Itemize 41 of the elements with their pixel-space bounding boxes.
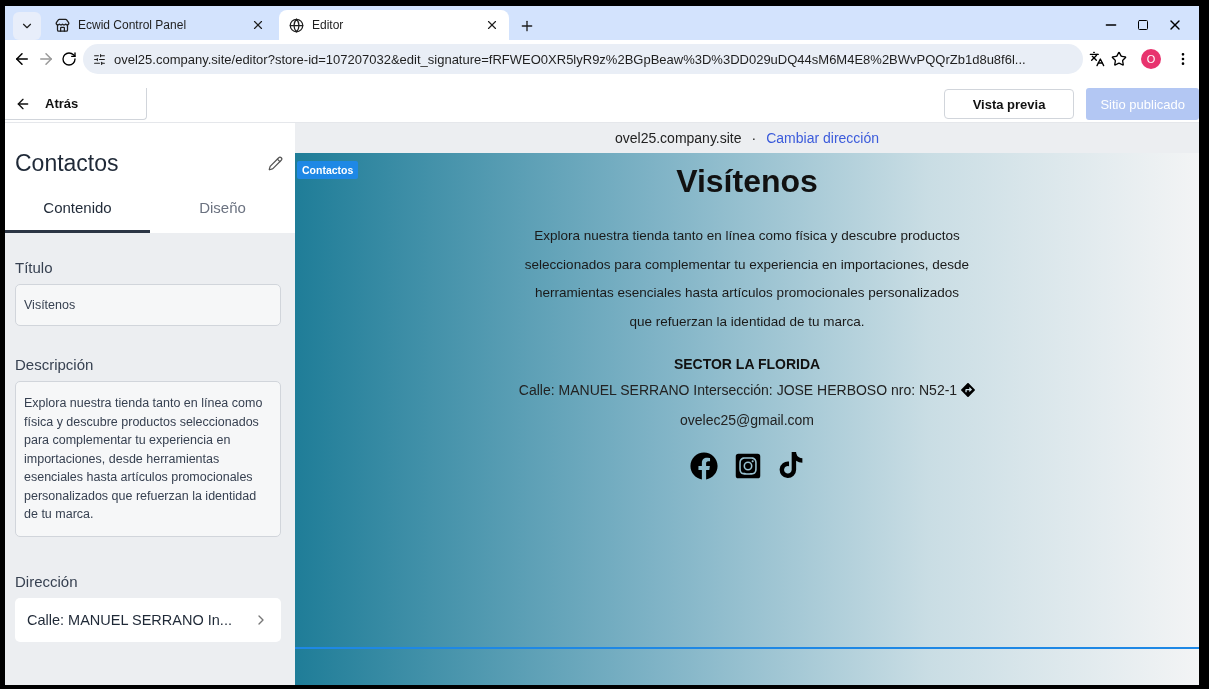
section-description: Explora nuestra tienda tanto en línea como física y descubre productos seleccionados para complementar tu experiencia en importaciones, desde herramientas esenciales hasta artículos promocionales personalizados que refuerzan la identidad de tu marca. [524,227,970,331]
field-label: Descripción [15,356,95,373]
browser-tab[interactable]: Ecwid Control Panel [45,10,275,40]
facebook-icon[interactable] [690,452,718,480]
back-button[interactable]: Atrás [5,88,147,120]
site-domain: ovel25.company.site [614,130,742,146]
pencil-icon[interactable] [268,155,283,171]
title-field[interactable]: Visítenos [15,284,281,326]
street-address: Calle: MANUEL SERRANO Intersección: JOSE HERBOSO nro: N52-1 [518,382,958,398]
translate-icon[interactable] [1089,51,1105,67]
change-address-link[interactable]: Cambiar dirección [766,130,880,146]
section-badge: Contactos [297,161,359,179]
address-bar[interactable]: ovel25.company.site/editor?store-id=107207032&edit_signature=fRFWEO0XR5lyR9z%2BGpBeaw%3D%3DD029uDQ44sM6M4E8%2BWvPQQrZb1d8u8f6l... [83,44,1083,74]
description-field[interactable]: Explora nuestra tienda tanto en línea como física y descubre productos seleccionados para complementar tu experiencia en importaciones, desde herramientas esenciales hasta artículos promocionales personalizados que refuerzan la identidad de tu marca. [15,381,281,537]
section-heading: Visítenos [676,163,818,200]
separator-dot: · [751,130,757,146]
forward-icon[interactable] [37,50,55,68]
close-icon[interactable] [485,18,499,32]
bookmark-star-icon[interactable] [1111,51,1127,67]
plus-icon[interactable] [519,18,535,34]
field-label: Dirección [15,572,79,590]
directions-icon[interactable] [961,383,976,397]
field-label: Título [15,259,54,276]
panel-title: Contactos [15,149,119,177]
panel-tab[interactable]: Contenido [5,189,150,233]
close-icon[interactable] [251,18,265,32]
tiktok-icon[interactable] [778,452,804,478]
email-text: ovelec25@gmail.com [679,412,814,428]
browser-tab[interactable]: Editor [279,10,509,40]
profile-avatar[interactable]: O [1141,49,1161,69]
sector-name: SECTOR LA FLORIDA [673,356,821,372]
restore-icon[interactable] [1137,19,1149,31]
globe-icon [289,17,304,33]
instagram-icon[interactable] [734,452,762,480]
panel-tab[interactable]: Diseño [150,189,295,233]
site-settings-icon[interactable] [93,52,106,66]
address-link-row[interactable]: Calle: MANUEL SERRANO In... [15,597,281,642]
reload-icon[interactable] [61,51,77,67]
store-icon [55,17,70,33]
preview-button[interactable]: Vista previa [943,89,1075,119]
back-icon[interactable] [13,50,31,68]
